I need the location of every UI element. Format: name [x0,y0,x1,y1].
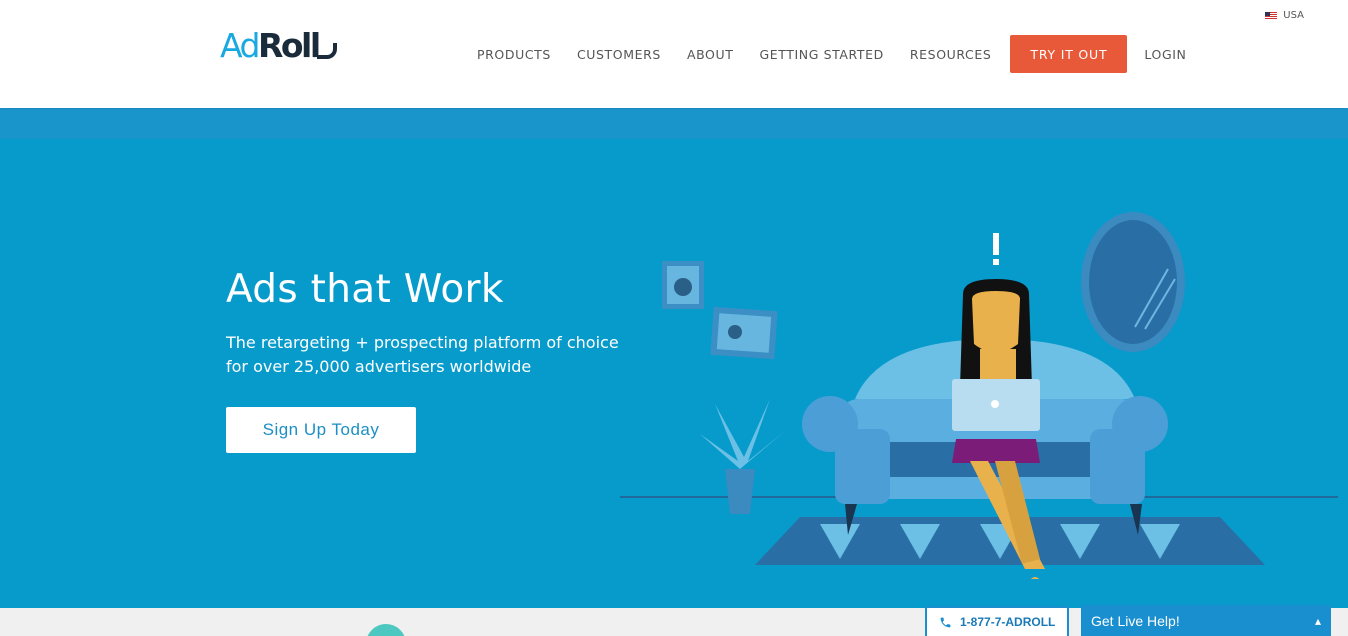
try-it-out-button[interactable]: TRY IT OUT [1010,35,1128,73]
logo-text-ad: Ad [220,26,260,65]
us-flag-icon [1265,11,1278,20]
phone-contact-tab[interactable]: 1-877-7-ADROLL [925,606,1069,636]
adroll-logo[interactable]: AdRoll [220,29,337,62]
locale-label: USA [1283,10,1304,21]
nav-products[interactable]: PRODUCTS [477,47,551,62]
live-help-label: Get Live Help! [1091,612,1180,629]
nav-about[interactable]: ABOUT [687,47,734,62]
exclamation-mark [993,233,999,265]
hero-top-band [0,108,1348,139]
chevron-up-icon: ▴ [1314,613,1321,628]
nav-getting-started[interactable]: GETTING STARTED [759,47,883,62]
sign-up-button[interactable]: Sign Up Today [226,407,416,453]
live-help-button[interactable]: Get Live Help! ▴ [1081,605,1331,636]
nav-login[interactable]: LOGIN [1144,47,1186,62]
logo-tail [316,43,337,59]
nav-customers[interactable]: CUSTOMERS [577,47,661,62]
phone-number: 1-877-7-ADROLL [960,615,1056,629]
feature-circle-icon [366,624,406,636]
hero-subtitle: The retargeting + prospecting platform o… [226,333,619,376]
site-header: AdRoll USA PRODUCTS CUSTOMERS ABOUT GETT… [0,0,1348,108]
locale-selector[interactable]: USA [1265,10,1304,21]
picture-frame-person [710,306,778,360]
picture-frame-raccoon [662,261,704,309]
hero-title: Ads that Work [226,267,504,312]
hero-illustration [620,212,1338,579]
main-nav: PRODUCTS CUSTOMERS ABOUT GETTING STARTED… [477,35,1213,73]
phone-icon [940,617,951,627]
logo-text-roll: Roll [257,26,321,65]
oval-mirror [1081,212,1185,352]
nav-resources[interactable]: RESOURCES [910,47,992,62]
hero-section: Ads that Work The retargeting + prospect… [0,139,1348,608]
